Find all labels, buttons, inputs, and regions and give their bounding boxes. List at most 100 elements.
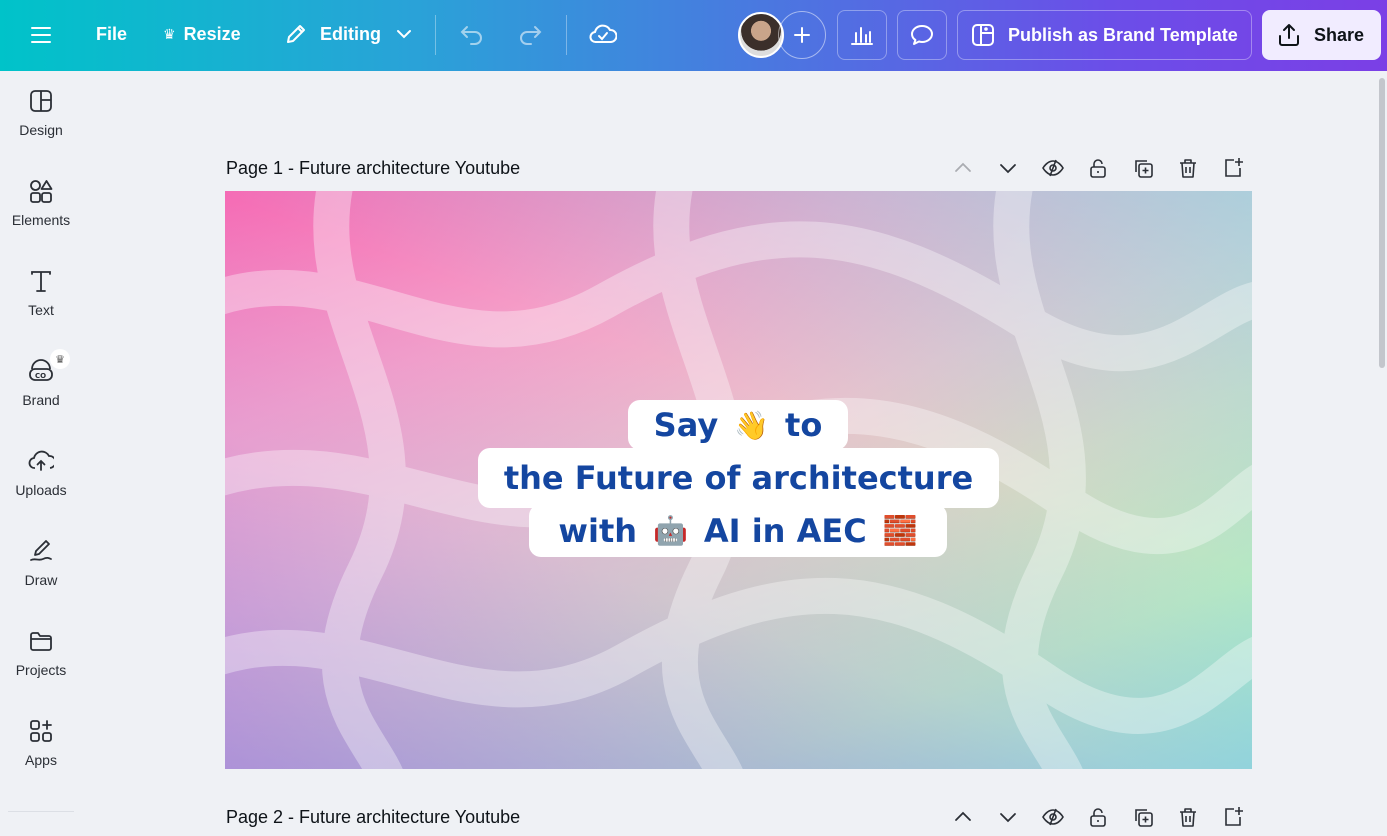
plus-icon: [794, 27, 810, 43]
publish-brand-template-button[interactable]: Publish as Brand Template: [957, 10, 1252, 60]
elements-icon: [30, 180, 53, 203]
lock-page-button[interactable]: [1085, 804, 1111, 830]
uploads-icon: [28, 450, 54, 471]
add-collaborator-button[interactable]: [778, 11, 826, 59]
hide-page-button[interactable]: [1040, 804, 1066, 830]
sidebar-item-text[interactable]: Text: [0, 253, 82, 333]
add-page-icon: [1225, 807, 1243, 826]
sidebar-item-draw[interactable]: Draw: [0, 523, 82, 603]
trash-icon: [1180, 159, 1196, 178]
headline-text-group[interactable]: Say 👋 to the Future of architecture with…: [225, 191, 1252, 769]
crown-icon: ♛: [50, 349, 70, 369]
chevron-up-icon: [955, 811, 971, 821]
toolbar-divider: [566, 15, 567, 55]
move-page-up-button[interactable]: [950, 804, 976, 830]
pencil-icon: [287, 25, 305, 43]
publish-label: Publish as Brand Template: [1008, 24, 1238, 45]
delete-page-button[interactable]: [1175, 804, 1201, 830]
duplicate-icon: [1135, 809, 1153, 827]
headline-line-2: the Future of architecture: [478, 448, 999, 508]
duplicate-icon: [1135, 160, 1153, 178]
crown-icon: ♛: [163, 26, 176, 42]
lock-icon: [1090, 159, 1106, 178]
redo-button[interactable]: [517, 23, 543, 45]
sidebar-item-label: Uploads: [15, 482, 67, 498]
sidebar-item-projects[interactable]: Projects: [0, 613, 82, 693]
lock-page-button[interactable]: [1085, 155, 1111, 181]
cloud-save-status[interactable]: [589, 22, 617, 48]
trash-icon: [1180, 808, 1196, 827]
top-bar: File ♛ Resize Editing Publish as Brand T…: [0, 0, 1387, 71]
chevron-down-icon: [397, 30, 411, 39]
template-icon: [972, 24, 994, 46]
share-button[interactable]: Share: [1262, 10, 1381, 60]
chevron-down-icon: [1000, 813, 1016, 823]
sidebar: Design Elements Text ♛ CO Brand Uploads …: [0, 71, 82, 836]
hamburger-icon: [31, 27, 51, 43]
eye-off-icon: [1042, 159, 1064, 177]
sidebar-item-brand[interactable]: ♛ CO Brand: [0, 343, 82, 423]
file-menu[interactable]: File: [96, 24, 127, 45]
apps-icon: [30, 720, 52, 742]
chevron-down-icon: [1000, 164, 1016, 174]
sidebar-item-design[interactable]: Design: [0, 73, 82, 153]
draw-icon: [30, 540, 52, 561]
undo-icon: [460, 26, 482, 45]
headline-word: to: [785, 406, 823, 444]
resize-label: Resize: [183, 24, 241, 44]
menu-button[interactable]: [30, 24, 52, 46]
comments-button[interactable]: [897, 10, 947, 60]
hide-page-button[interactable]: [1040, 155, 1066, 181]
resize-button[interactable]: ♛ Resize: [163, 24, 241, 45]
vertical-scrollbar[interactable]: [1379, 78, 1385, 368]
sidebar-item-label: Draw: [24, 572, 58, 588]
sidebar-item-label: Brand: [22, 392, 60, 408]
duplicate-page-button[interactable]: [1130, 804, 1156, 830]
editing-dropdown[interactable]: Editing: [284, 22, 413, 46]
sidebar-item-elements[interactable]: Elements: [0, 163, 82, 243]
add-page-icon: [1225, 158, 1243, 177]
lock-icon: [1090, 808, 1106, 827]
headline-words: the Future of architecture: [503, 459, 974, 497]
eye-off-icon: [1042, 808, 1064, 826]
text-icon: [31, 271, 51, 292]
page-title: Page 2 - Future architecture Youtube: [226, 807, 521, 827]
chevron-up-icon: [955, 162, 971, 172]
insights-button[interactable]: [837, 10, 887, 60]
brick-emoji: 🧱: [882, 514, 918, 547]
sidebar-item-label: Apps: [25, 752, 57, 768]
sidebar-item-label: Projects: [15, 662, 67, 678]
page-toolbar: [950, 155, 1246, 181]
duplicate-page-button[interactable]: [1130, 155, 1156, 181]
design-icon: [30, 90, 52, 112]
add-page-button[interactable]: [1220, 804, 1246, 830]
move-page-down-button[interactable]: [995, 804, 1021, 830]
sidebar-item-label: Text: [28, 302, 54, 318]
move-page-up-button[interactable]: [950, 155, 976, 181]
sidebar-item-apps[interactable]: Apps: [0, 703, 82, 783]
redo-icon: [520, 26, 542, 45]
sidebar-item-uploads[interactable]: Uploads: [0, 433, 82, 513]
folder-icon: [30, 632, 52, 651]
svg-text:CO: CO: [35, 372, 46, 380]
waving-hand-emoji: 👋: [734, 408, 770, 442]
file-label: File: [96, 24, 128, 44]
sidebar-divider: [8, 811, 74, 812]
page-toolbar: [950, 804, 1246, 830]
sidebar-item-label: Elements: [11, 212, 71, 228]
add-page-button[interactable]: [1220, 155, 1246, 181]
bar-chart-icon: [851, 27, 873, 45]
delete-page-button[interactable]: [1175, 155, 1201, 181]
undo-button[interactable]: [459, 23, 485, 45]
toolbar-divider: [435, 15, 436, 55]
headline-line-3: with 🤖 AI in AEC 🧱: [529, 504, 947, 557]
editing-label: Editing: [320, 23, 381, 44]
headline-word: with: [558, 511, 638, 550]
design-canvas[interactable]: Say 👋 to the Future of architecture with…: [225, 191, 1252, 769]
headline-word: Say: [653, 406, 719, 444]
move-page-down-button[interactable]: [995, 155, 1021, 181]
share-label: Share: [1314, 24, 1365, 45]
share-upload-icon: [1279, 24, 1299, 46]
comment-icon: [911, 25, 933, 45]
sidebar-item-label: Design: [19, 122, 63, 138]
